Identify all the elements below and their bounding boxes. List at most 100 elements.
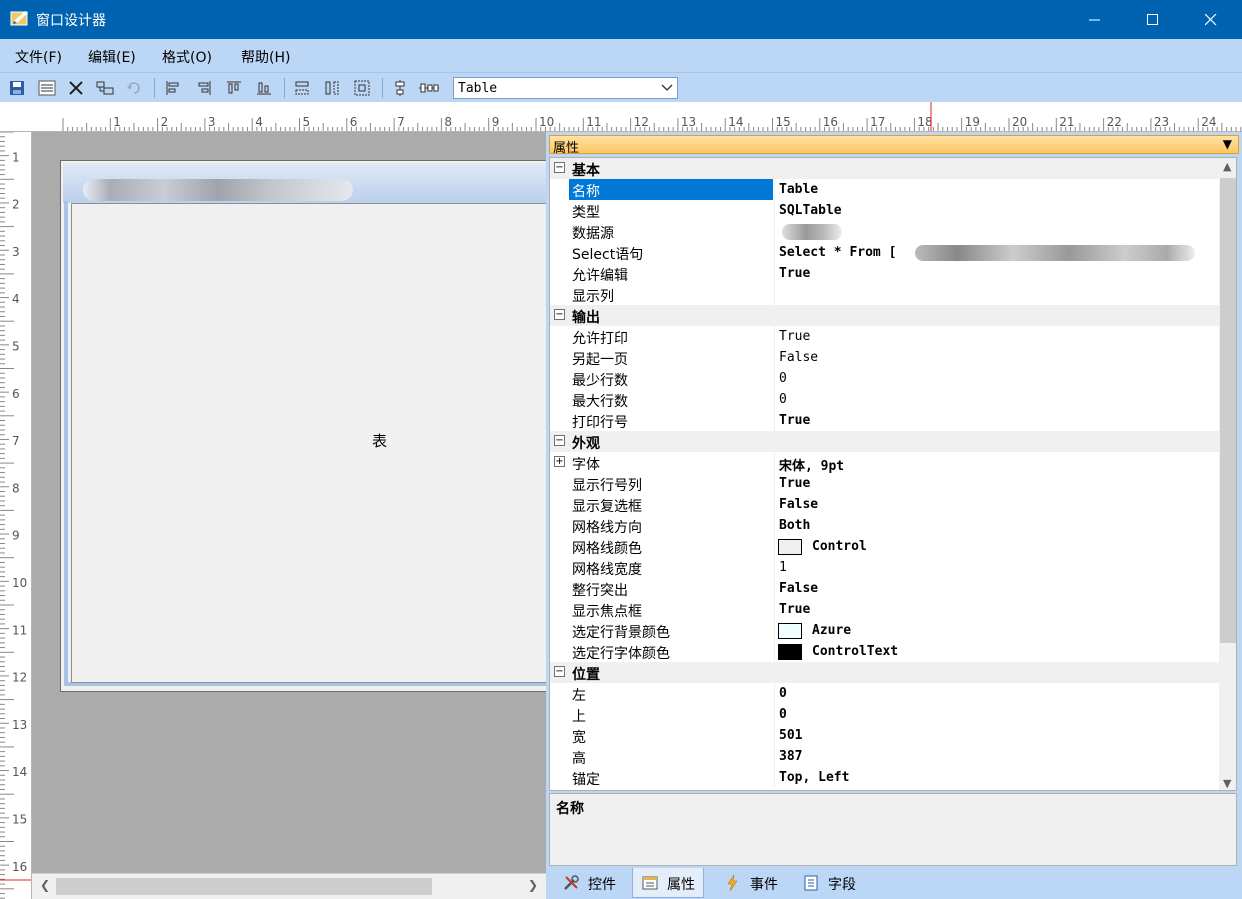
scroll-right-icon[interactable]: ❯ [528,878,538,892]
align-left-button[interactable] [163,78,183,98]
property-value[interactable]: 宋体, 9pt [779,455,844,474]
collapse-icon[interactable]: − [554,162,565,173]
menu-edit[interactable]: 编辑(E) [88,47,136,67]
delete-button[interactable] [66,78,86,98]
same-size-button[interactable] [352,78,372,98]
property-value[interactable]: Control [812,539,867,554]
property-value[interactable]: Azure [812,623,851,638]
property-category[interactable]: − 输出 [550,305,1219,326]
align-right-button[interactable] [194,78,214,98]
horizontal-scrollbar[interactable]: ❮ ❯ [32,873,546,899]
property-row[interactable]: 显示行号列 True [550,473,1219,494]
pin-icon[interactable]: ▼ [1223,137,1232,151]
maximize-button[interactable] [1124,0,1182,39]
property-value[interactable]: Table [779,182,818,197]
property-grid[interactable]: − 基本 名称 Table 类型 SQLTable 数据源 Select语句 Select * … [549,157,1237,791]
property-row[interactable]: 类型 SQLTable [550,200,1219,221]
property-value[interactable]: Select * From [ [779,245,896,260]
align-top-button[interactable] [224,78,244,98]
menu-format[interactable]: 格式(O) [162,47,212,67]
property-row[interactable]: 选定行背景颜色 Azure [550,620,1219,641]
expand-icon[interactable]: + [554,456,565,467]
property-row[interactable]: 网格线方向 Both [550,515,1219,536]
scroll-thumb[interactable] [56,878,432,895]
undo-button[interactable] [124,78,144,98]
property-value[interactable]: False [779,350,818,365]
scroll-up-icon[interactable]: ▲ [1223,160,1231,173]
property-row[interactable]: 显示列 [550,284,1219,305]
property-value[interactable]: SQLTable [779,203,842,218]
property-row[interactable]: 网格线颜色 Control [550,536,1219,557]
property-category[interactable]: − 外观 [550,431,1219,452]
close-button[interactable] [1182,0,1240,39]
property-row[interactable]: 宽 501 [550,725,1219,746]
tab-fields[interactable]: 字段 [794,868,864,898]
save-button[interactable] [7,78,27,98]
property-value[interactable]: 0 [779,392,787,407]
property-value[interactable]: 1 [779,560,787,575]
control-select[interactable]: Table [453,77,678,99]
align-bottom-button[interactable] [254,78,274,98]
property-value[interactable]: 0 [779,707,787,722]
property-row[interactable]: 锚定 Top, Left [550,767,1219,788]
property-value[interactable]: True [779,266,810,281]
same-height-button[interactable] [322,78,342,98]
tab-events[interactable]: 事件 [716,868,786,898]
center-horizontal-button[interactable] [419,78,439,98]
property-value[interactable]: 0 [779,686,787,701]
property-row[interactable]: 最少行数 0 [550,368,1219,389]
property-value[interactable]: 387 [779,749,802,764]
menu-file[interactable]: 文件(F) [15,47,62,67]
vertical-scrollbar[interactable]: ▲ ▼ [1219,158,1236,790]
property-value[interactable]: False [779,581,818,596]
property-row[interactable]: 显示焦点框 True [550,599,1219,620]
collapse-icon[interactable]: − [554,666,565,677]
property-row[interactable]: 允许编辑 True [550,263,1219,284]
minimize-button[interactable] [1066,0,1124,39]
collapse-icon[interactable]: − [554,309,565,320]
tab-controls[interactable]: 控件 [554,868,624,898]
property-value[interactable]: ControlText [812,644,898,659]
property-value[interactable]: Top, Left [779,770,849,785]
property-category[interactable]: − 基本 [550,158,1219,179]
property-value[interactable]: 501 [779,728,802,743]
same-width-button[interactable] [292,78,312,98]
table-control[interactable] [71,203,546,683]
property-value[interactable]: Both [779,518,810,533]
property-value[interactable]: 0 [779,371,787,386]
properties-button[interactable] [37,78,57,98]
copy-button[interactable] [95,78,115,98]
center-vertical-button[interactable] [390,78,410,98]
design-form[interactable]: 表 [60,160,546,692]
property-value[interactable]: True [779,329,810,344]
property-category[interactable]: − 位置 [550,662,1219,683]
property-row[interactable]: Select语句 Select * From [ [550,242,1219,263]
property-value[interactable]: True [779,602,810,617]
property-row[interactable]: 整行突出 False [550,578,1219,599]
property-row[interactable]: 另起一页 False [550,347,1219,368]
menu-help[interactable]: 帮助(H) [241,47,290,67]
property-row[interactable]: 允许打印 True [550,326,1219,347]
ruler-label: 8 [12,481,20,495]
property-row[interactable]: 打印行号 True [550,410,1219,431]
property-value[interactable]: True [779,413,810,428]
property-row[interactable]: 最大行数 0 [550,389,1219,410]
design-canvas[interactable]: 表 [32,132,546,873]
tab-properties[interactable]: 属性 [632,868,704,898]
property-row[interactable]: + 字体 宋体, 9pt [550,452,1219,474]
property-row[interactable]: 显示复选框 False [550,494,1219,515]
property-row[interactable]: 高 387 [550,746,1219,767]
property-row[interactable]: 网格线宽度 1 [550,557,1219,578]
title-bar[interactable]: 窗口设计器 [0,0,1242,39]
scroll-left-icon[interactable]: ❮ [40,878,50,892]
property-value[interactable]: True [779,476,810,491]
scroll-thumb[interactable] [1220,178,1236,643]
property-row[interactable]: 名称 Table [550,179,1219,200]
property-row[interactable]: 左0 [550,683,1219,704]
property-row[interactable]: 选定行字体颜色 ControlText [550,641,1219,662]
property-row[interactable]: 数据源 [550,221,1219,242]
property-value[interactable]: False [779,497,818,512]
property-row[interactable]: 上0 [550,704,1219,725]
collapse-icon[interactable]: − [554,435,565,446]
scroll-down-icon[interactable]: ▼ [1223,777,1231,790]
